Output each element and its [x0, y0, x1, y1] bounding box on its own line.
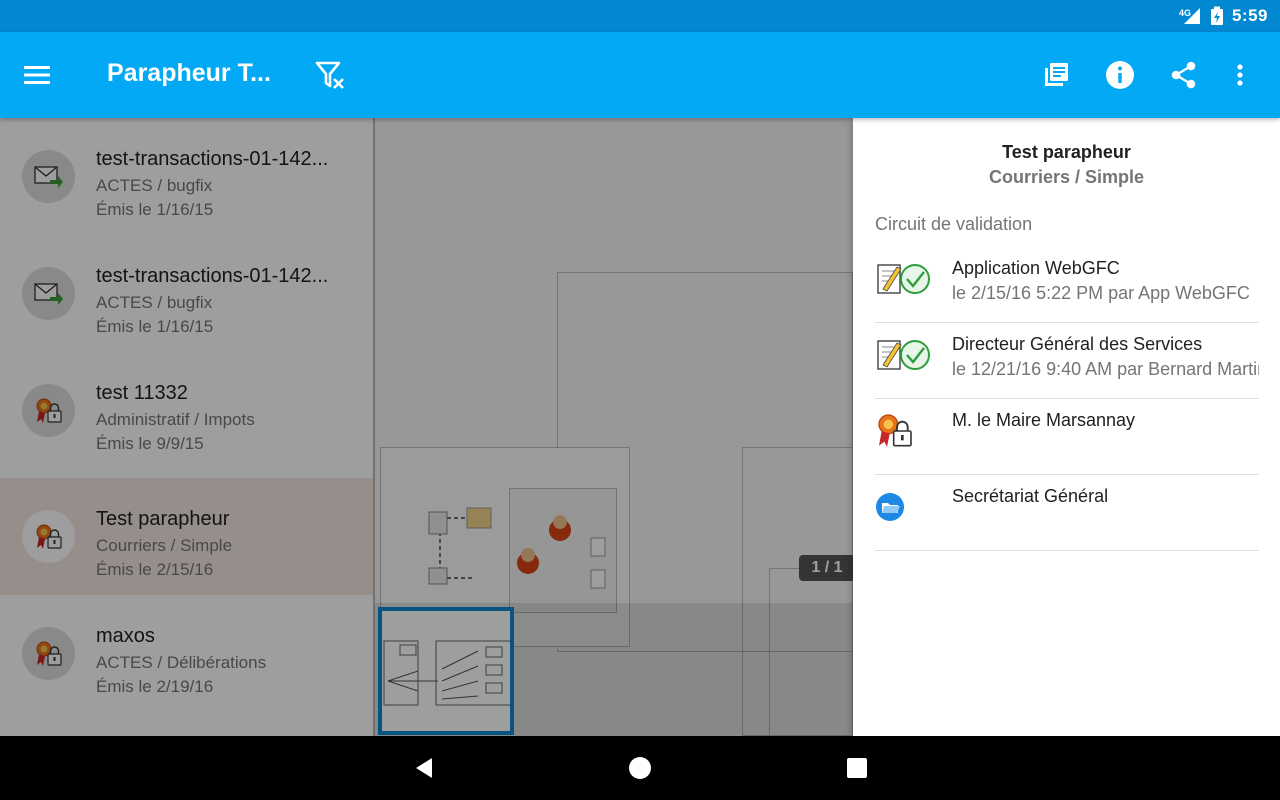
clear-filter-button[interactable] [314, 59, 348, 93]
more-options-button[interactable] [1223, 58, 1257, 92]
circuit-step: M. le Maire Marsannay [875, 399, 1259, 475]
signal-icon: 4G [1178, 6, 1202, 26]
recents-icon [847, 758, 867, 778]
navigation-bar [0, 736, 1280, 800]
info-panel: Test parapheur Courriers / Simple Circui… [853, 118, 1280, 736]
share-button[interactable] [1167, 58, 1201, 92]
app-bar: Parapheur T... [0, 32, 1280, 118]
back-icon [416, 758, 432, 778]
page-title: Parapheur T... [107, 59, 271, 87]
circuit-step: Secrétariat Général [875, 475, 1259, 551]
seal-lock-icon [875, 411, 935, 451]
info-icon [1106, 61, 1134, 89]
home-icon [629, 757, 651, 779]
dim-overlay[interactable] [0, 118, 853, 736]
visa-done-icon [875, 335, 935, 375]
step-detail: le 2/15/16 5:22 PM par App WebGFC [952, 283, 1250, 303]
more-vert-icon [1237, 64, 1243, 86]
network-type: 4G [1178, 8, 1191, 18]
clock: 5:59 [1231, 6, 1268, 25]
menu-button[interactable] [24, 61, 72, 89]
circuit-step: Directeur Général des Services le 12/21/… [875, 323, 1259, 399]
step-name: Secrétariat Général [952, 486, 1109, 506]
share-icon [1171, 61, 1196, 89]
status-bar: 4G 5:59 [0, 0, 1280, 32]
recents-button[interactable] [845, 756, 869, 780]
menu-icon [24, 66, 50, 84]
filter-remove-icon [315, 61, 344, 89]
info-button[interactable] [1103, 58, 1137, 92]
circuit-label: Circuit de validation [875, 214, 1033, 234]
home-button[interactable] [628, 756, 652, 780]
document-list-icon [1045, 63, 1068, 86]
info-subtitle: Courriers / Simple [988, 167, 1145, 187]
info-title: Test parapheur [1002, 142, 1131, 162]
archive-folder-icon [875, 487, 935, 527]
circuit-step: Application WebGFC le 2/15/16 5:22 PM pa… [875, 247, 1259, 323]
step-name: Application WebGFC [952, 258, 1120, 278]
step-name: Directeur Général des Services [952, 334, 1203, 354]
visa-done-icon [875, 259, 935, 299]
step-detail: le 12/21/16 9:40 AM par Bernard Martin [952, 359, 1259, 379]
battery-icon [1210, 6, 1223, 25]
document-list-button[interactable] [1039, 58, 1073, 92]
back-button[interactable] [412, 756, 436, 780]
step-name: M. le Maire Marsannay [952, 410, 1136, 430]
